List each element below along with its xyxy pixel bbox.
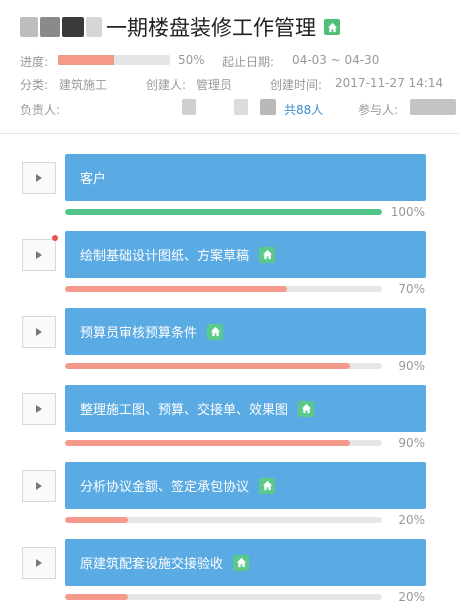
home-icon[interactable] [259,246,276,263]
task-progress-percent: 90% [398,436,425,450]
chevron-right-icon [36,328,42,336]
expand-button[interactable] [22,547,56,579]
notice-dot [52,235,58,241]
task-progress-percent: 20% [398,590,425,604]
chevron-right-icon [36,482,42,490]
created-label: 创建时间: [270,78,323,92]
category-value: 建筑施工 [59,78,108,92]
task-progress-bar [65,363,382,369]
expand-button[interactable] [22,393,56,425]
home-icon[interactable] [233,554,250,571]
task-card[interactable]: 整理施工图、预算、交接单、效果图 [65,385,426,432]
task-progress-percent: 100% [390,205,425,219]
participant-label: 参与人: [358,103,399,117]
task-label: 分析协议金额、签定承包协议 [80,480,250,495]
task-progress-fill [65,286,287,292]
chevron-right-icon [36,174,42,182]
chevron-right-icon [36,251,42,259]
category-label: 分类: [20,78,49,92]
task-progress-bar [65,517,382,523]
task-card[interactable]: 原建筑配套设施交接验收 [65,539,426,586]
home-icon[interactable] [298,400,315,417]
owner-label: 负责人: [20,103,61,117]
project-progress-fill [58,55,114,65]
task-label: 整理施工图、预算、交接单、效果图 [80,403,289,418]
redacted-avatar [182,99,196,115]
task-card[interactable]: 绘制基础设计图纸、方案草稿 [65,231,426,278]
chevron-right-icon [36,405,42,413]
task-progress-percent: 70% [398,282,425,296]
task-progress-fill [65,517,129,523]
task-label: 绘制基础设计图纸、方案草稿 [80,249,250,264]
task-progress-percent: 90% [398,359,425,373]
expand-button[interactable] [22,162,56,194]
progress-label: 进度: [20,55,49,69]
redacted-avatar [234,99,248,115]
task-card[interactable]: 预算员审核预算条件 [65,308,426,355]
redacted-block [62,17,84,37]
task-label: 原建筑配套设施交接验收 [80,557,224,572]
creator-label: 创建人: [146,78,187,92]
task-progress-bar [65,286,382,292]
redacted-avatar [260,99,276,115]
creator-value: 管理员 [196,78,233,92]
task-row: 绘制基础设计图纸、方案草稿 70% [0,231,459,309]
task-progress-fill [65,594,129,600]
redacted-block [86,17,102,37]
task-progress-percent: 20% [398,513,425,527]
task-row: 客户 100% [0,154,459,232]
task-label: 预算员审核预算条件 [80,326,198,341]
expand-button[interactable] [22,239,56,271]
task-progress-fill [65,440,351,446]
home-icon[interactable] [324,19,340,35]
home-icon[interactable] [259,477,276,494]
expand-button[interactable] [22,316,56,348]
task-progress-bar [65,594,382,600]
task-row: 原建筑配套设施交接验收 20% [0,539,459,611]
project-header: 一期楼盘装修工作管理 进度: 50% 起止日期: 04-03 ~ 04-30 分… [0,0,459,134]
task-progress-fill [65,209,382,215]
home-icon[interactable] [207,323,224,340]
redacted-avatar [410,99,456,115]
chevron-right-icon [36,559,42,567]
progress-percent: 50% [178,53,205,67]
task-label: 客户 [80,172,107,187]
date-value: 04-03 ~ 04-30 [292,53,380,67]
owner-count-link[interactable]: 共88人 [284,101,323,118]
task-progress-bar [65,440,382,446]
title-row: 一期楼盘装修工作管理 [20,12,340,42]
task-row: 整理施工图、预算、交接单、效果图 90% [0,385,459,463]
date-label: 起止日期: [222,55,275,69]
page-title: 一期楼盘装修工作管理 [106,16,316,40]
task-row: 预算员审核预算条件 90% [0,308,459,386]
task-card[interactable]: 客户 [65,154,426,201]
redacted-block [40,17,60,37]
task-progress-bar [65,209,382,215]
redacted-block [20,17,38,37]
task-card[interactable]: 分析协议金额、签定承包协议 [65,462,426,509]
task-row: 分析协议金额、签定承包协议 20% [0,462,459,540]
task-progress-fill [65,363,351,369]
expand-button[interactable] [22,470,56,502]
created-value: 2017-11-27 14:14 [335,76,444,90]
project-progress-bar [58,55,170,65]
